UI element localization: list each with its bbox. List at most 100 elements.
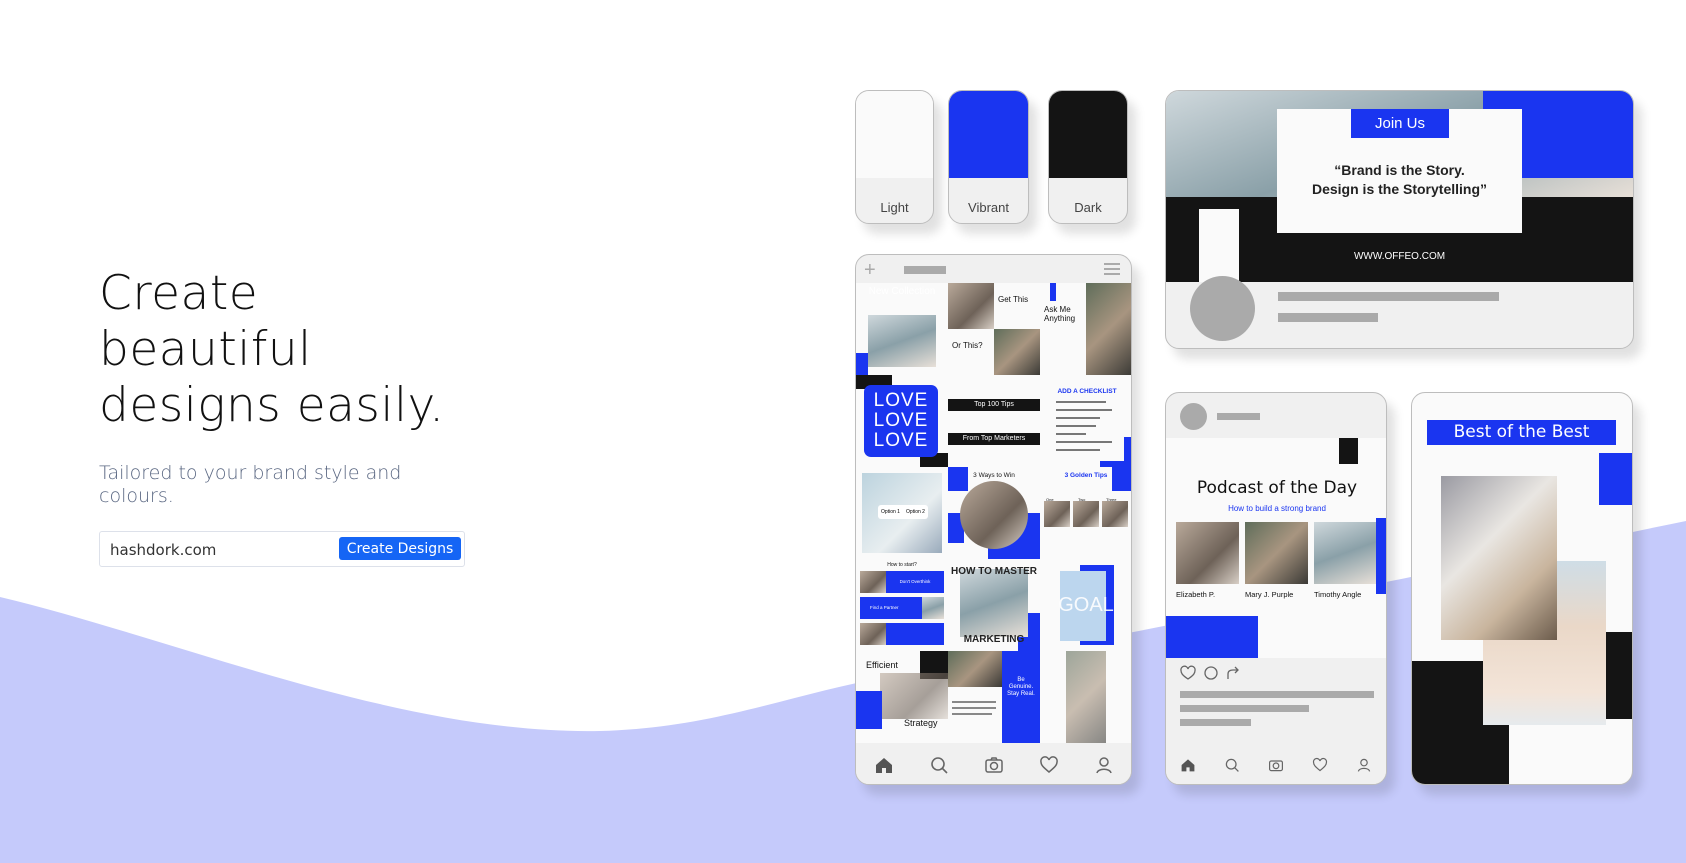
- blue-block: [886, 623, 944, 645]
- tile-golden-tips[interactable]: 3 Golden Tips One Two Three: [1040, 467, 1131, 559]
- home-icon[interactable]: [874, 755, 894, 775]
- blue-block: [1166, 616, 1258, 658]
- swatch-color: [949, 91, 1028, 178]
- tile-text: LOVE: [873, 410, 929, 431]
- tile-text: LOVE: [873, 430, 929, 451]
- blue-block: [1376, 518, 1386, 594]
- tile-new-collection[interactable]: New Collection: [856, 283, 948, 375]
- quote-line: Design is the Storytelling”: [1311, 181, 1488, 197]
- podcast-title: Podcast of the Day: [1196, 478, 1358, 498]
- person-photo: [1245, 522, 1308, 584]
- list-line: [1056, 409, 1112, 411]
- swatch-vibrant[interactable]: Vibrant: [948, 90, 1029, 224]
- tile-text: LOVE: [873, 390, 929, 411]
- menu-icon[interactable]: [1104, 263, 1120, 275]
- text-placeholder: [1180, 719, 1251, 726]
- tile-how-to-master[interactable]: HOW TO MASTER MARKETING: [948, 559, 1040, 651]
- tile-ways-to-win[interactable]: 3 Ways to Win: [948, 467, 1040, 559]
- banner-preview: Join Us “Brand is the Story. Design is t…: [1165, 90, 1634, 349]
- tile-text: From Top Marketers: [948, 433, 1040, 445]
- swatch-label: Dark: [1074, 200, 1102, 215]
- tile-love[interactable]: LOVE LOVE LOVE: [856, 375, 948, 467]
- create-designs-button[interactable]: Create Designs: [339, 537, 461, 560]
- dark-block: [1606, 632, 1632, 719]
- blue-block: [1050, 283, 1056, 301]
- tile-efficient-strategy[interactable]: Efficient Strategy: [856, 651, 948, 743]
- option-text: Option 1: [881, 509, 900, 515]
- tile-top-tips[interactable]: Top 100 Tips From Top Marketers: [948, 375, 1040, 467]
- home-icon[interactable]: [1180, 757, 1196, 773]
- bottom-nav: [1166, 746, 1386, 784]
- camera-icon[interactable]: [984, 755, 1004, 775]
- tile-text: 3 Ways to Win: [973, 472, 1015, 479]
- tile-options[interactable]: Option 1 Option 2: [856, 467, 948, 559]
- tile-ask-me[interactable]: Ask Me Anything: [1040, 283, 1131, 375]
- swatch-label: Vibrant: [968, 200, 1009, 215]
- tile-photo: [1073, 501, 1099, 527]
- tile-text: 3 Golden Tips: [1064, 472, 1108, 479]
- dark-block: [1339, 438, 1358, 464]
- tile-goal[interactable]: GOAL: [1040, 559, 1131, 651]
- tile-text: Be Genuine. Stay Real.: [1002, 651, 1040, 743]
- list-line: [1056, 401, 1106, 403]
- tile-quote[interactable]: Be Genuine. Stay Real.: [948, 651, 1040, 743]
- swatch-dark[interactable]: Dark: [1048, 90, 1128, 224]
- profile-icon[interactable]: [1094, 755, 1114, 775]
- banner-quote: “Brand is the Story. Design is the Story…: [1277, 161, 1522, 199]
- podcast-post: Podcast of the Day How to build a strong…: [1166, 438, 1386, 658]
- blue-block: [856, 691, 882, 729]
- website-input[interactable]: [110, 539, 330, 561]
- list-line: [1056, 433, 1086, 435]
- tile-photo: [948, 651, 1002, 687]
- like-icon[interactable]: [1180, 665, 1196, 680]
- search-icon[interactable]: [1224, 757, 1240, 773]
- swatch-color: [856, 91, 933, 178]
- share-icon[interactable]: [1227, 666, 1239, 679]
- tile-photo: [960, 481, 1028, 549]
- heart-icon[interactable]: [1312, 757, 1328, 773]
- tile-text: How to start?: [887, 562, 917, 568]
- search-icon[interactable]: [929, 755, 949, 775]
- tile-text: Ask Me Anything: [1044, 305, 1076, 323]
- feed-phone: + New Collection Get This Or This? Ask M…: [855, 254, 1132, 785]
- tile-photo: [948, 283, 994, 329]
- text-line: [952, 707, 996, 709]
- list-line: [1056, 449, 1100, 451]
- banner-url: WWW.OFFEO.COM: [1353, 251, 1446, 262]
- tile-plants[interactable]: [1040, 651, 1131, 743]
- bottom-nav: [856, 746, 1131, 784]
- list-line: [1056, 441, 1112, 443]
- tile-get-this[interactable]: Get This Or This?: [948, 283, 1040, 375]
- tile-checklist[interactable]: ADD A CHECKLIST: [1040, 375, 1131, 467]
- person-photo: [1176, 522, 1239, 584]
- tile-photo: [994, 329, 1040, 375]
- option-pills: Option 1 Option 2: [878, 505, 928, 519]
- camera-icon[interactable]: [1268, 757, 1284, 773]
- title-line: beautiful: [99, 322, 312, 377]
- plus-icon[interactable]: +: [864, 259, 876, 282]
- white-block: [1199, 209, 1239, 282]
- hero-title: Create beautiful designs easily.: [99, 266, 445, 434]
- comment-icon[interactable]: [1204, 666, 1218, 680]
- person-photo: [1314, 522, 1376, 584]
- tile-photo: [1086, 283, 1131, 375]
- horse-photo: [1441, 476, 1557, 640]
- swatch-light[interactable]: Light: [855, 90, 934, 224]
- tile-text: Find a Partner: [860, 597, 922, 619]
- heart-icon[interactable]: [1039, 755, 1059, 775]
- text-placeholder: [1278, 313, 1378, 322]
- profile-icon[interactable]: [1356, 757, 1372, 773]
- join-us-button[interactable]: Join Us: [1351, 109, 1449, 138]
- name-placeholder: [1217, 413, 1260, 420]
- swatch-label: Light: [880, 200, 909, 215]
- tile-photo: [1044, 501, 1070, 527]
- story-phone: Best of the Best: [1411, 392, 1633, 785]
- text-placeholder: [1278, 292, 1499, 301]
- tile-how-to-start[interactable]: How to start? Don't Overthink Find a Par…: [856, 559, 948, 651]
- option-text: Option 2: [906, 509, 925, 515]
- list-line: [1056, 417, 1100, 419]
- quote-line: “Brand is the Story.: [1334, 162, 1465, 178]
- tile-text: Get This: [998, 295, 1029, 304]
- tile-photo: [880, 673, 948, 719]
- tile-photo: [860, 571, 886, 593]
